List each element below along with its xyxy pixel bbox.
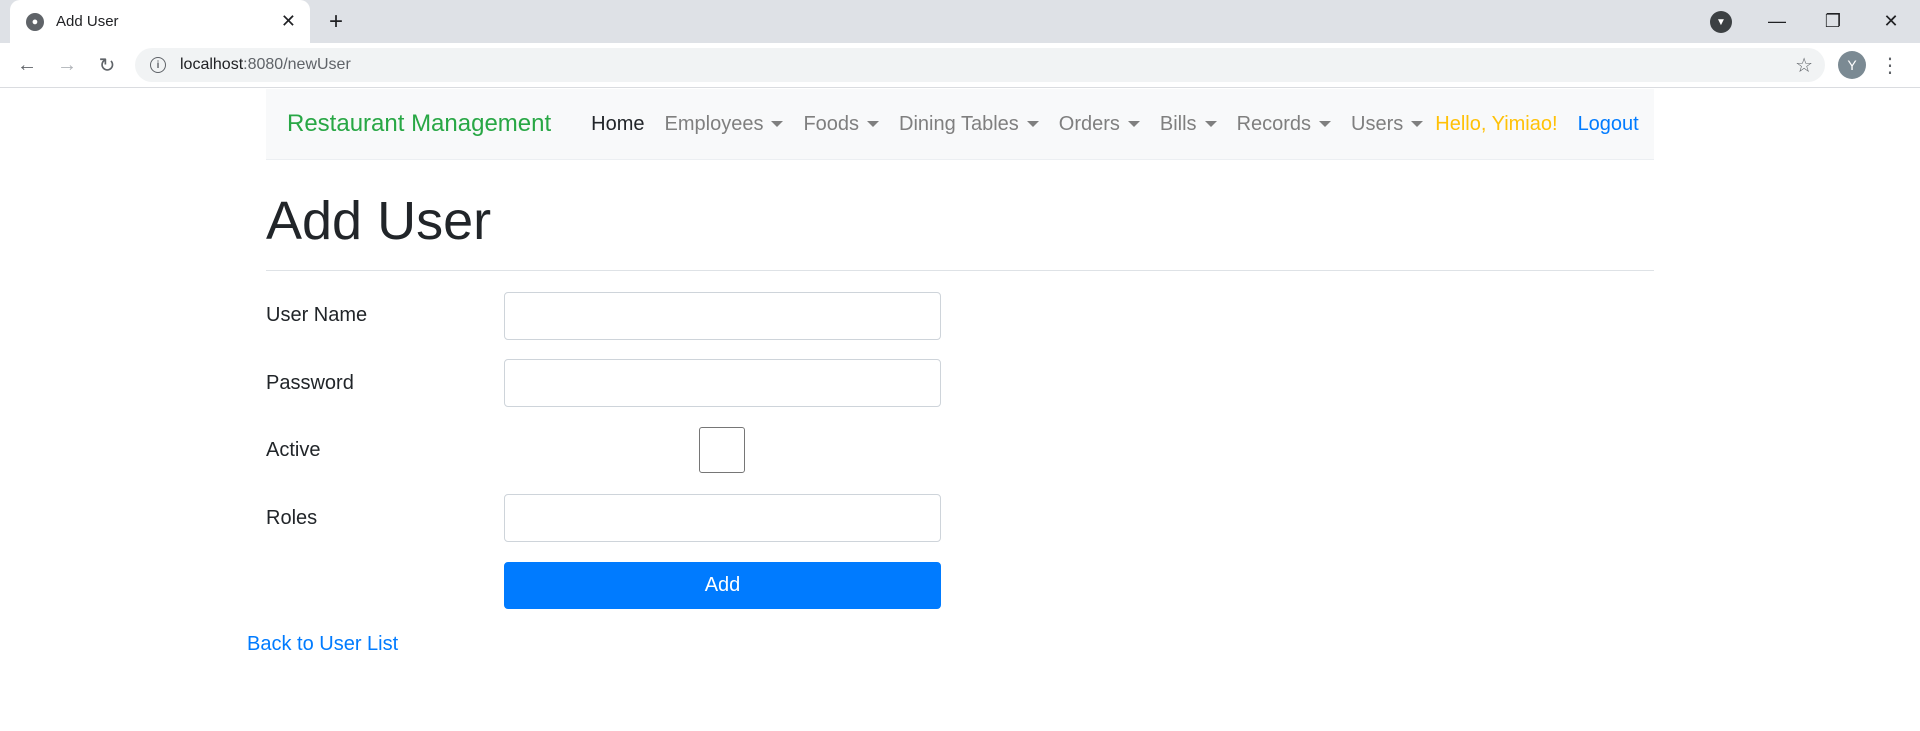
bookmark-star-icon[interactable]: ☆ xyxy=(1795,53,1813,78)
browser-menu-icon[interactable]: ⋮ xyxy=(1880,51,1900,79)
nav-records-dropdown[interactable]: Records xyxy=(1227,113,1341,136)
reload-icon[interactable]: ↻ xyxy=(92,50,122,80)
add-button[interactable]: Add xyxy=(504,562,941,609)
username-label: User Name xyxy=(266,304,368,326)
tab-search-icon[interactable]: ▼ xyxy=(1710,11,1732,33)
back-arrow-icon[interactable]: ← xyxy=(12,50,42,80)
nav-orders-dropdown[interactable]: Orders xyxy=(1049,113,1150,136)
roles-label: Roles xyxy=(266,507,318,529)
nav-employees-dropdown[interactable]: Employees xyxy=(655,113,794,136)
nav-users-dropdown[interactable]: Users xyxy=(1341,113,1433,136)
password-label: Password xyxy=(266,372,354,394)
nav-foods-dropdown[interactable]: Foods xyxy=(793,113,889,136)
username-input[interactable] xyxy=(504,292,941,340)
tab-title: Add User xyxy=(56,13,119,30)
active-checkbox[interactable] xyxy=(699,427,745,473)
caret-down-icon xyxy=(1127,121,1140,127)
nav-home[interactable]: Home xyxy=(581,113,654,136)
restore-icon[interactable]: ❐ xyxy=(1818,6,1848,36)
caret-down-icon xyxy=(1319,121,1332,127)
app-navbar: Restaurant Management Home Employees Foo… xyxy=(266,89,1654,160)
caret-down-icon xyxy=(771,121,784,127)
browser-tabstrip: ● Add User ✕ + ▼ — ❐ ✕ xyxy=(0,0,1920,43)
globe-icon: ● xyxy=(26,12,44,31)
page-title: Add User xyxy=(266,191,492,251)
browser-tab[interactable]: ● Add User ✕ xyxy=(10,0,310,43)
browser-toolbar: ← → ↻ i localhost:8080/newUser ☆ Y ⋮ xyxy=(0,43,1920,88)
new-tab-icon[interactable]: + xyxy=(322,8,350,36)
close-tab-icon[interactable]: ✕ xyxy=(281,11,296,32)
profile-avatar[interactable]: Y xyxy=(1838,51,1866,79)
caret-down-icon xyxy=(1411,121,1424,127)
address-bar[interactable]: i localhost:8080/newUser ☆ xyxy=(135,48,1825,82)
brand-link[interactable]: Restaurant Management xyxy=(287,110,551,138)
caret-down-icon xyxy=(867,121,880,127)
back-to-user-list-link[interactable]: Back to User List xyxy=(247,633,398,656)
url-text: localhost:8080/newUser xyxy=(180,56,351,73)
caret-down-icon xyxy=(1026,121,1039,127)
close-window-icon[interactable]: ✕ xyxy=(1876,6,1906,36)
minimize-icon[interactable]: — xyxy=(1762,6,1792,36)
heading-divider xyxy=(266,270,1654,271)
nav-dining-tables-dropdown[interactable]: Dining Tables xyxy=(889,113,1049,136)
roles-input[interactable] xyxy=(504,494,941,542)
active-label: Active xyxy=(266,439,321,461)
info-icon[interactable]: i xyxy=(150,57,166,73)
caret-down-icon xyxy=(1204,121,1217,127)
password-input[interactable] xyxy=(504,359,941,407)
logout-link[interactable]: Logout xyxy=(1568,113,1649,136)
user-greeting: Hello, Yimiao! xyxy=(1435,112,1558,135)
forward-arrow-icon[interactable]: → xyxy=(52,50,82,80)
nav-bills-dropdown[interactable]: Bills xyxy=(1150,113,1227,136)
